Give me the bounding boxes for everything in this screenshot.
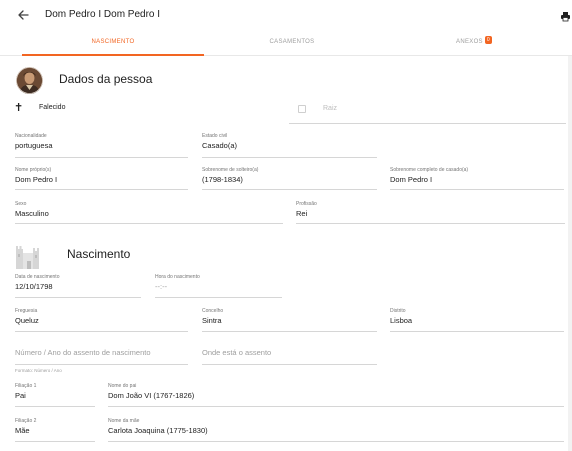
field-label: Concelho xyxy=(202,308,224,314)
tab-nascimento[interactable]: NASCIMENTO xyxy=(22,30,204,56)
birth-record-input[interactable]: Número / Ano do assento de nascimento xyxy=(15,346,188,365)
scrollbar[interactable] xyxy=(568,56,572,451)
sex-field[interactable]: Sexo Masculino xyxy=(15,201,283,224)
tab-label: CASAMENTOS xyxy=(269,39,315,45)
field-value: Carlota Joaquina (1775-1830) xyxy=(108,426,208,435)
field-label: Filiação 2 xyxy=(15,418,37,424)
maiden-surname-field[interactable]: Sobrenome de solteiro(a) (1798-1834) xyxy=(202,167,377,190)
print-button[interactable] xyxy=(560,9,571,22)
field-value: Rei xyxy=(296,209,308,218)
tab-label: ANEXOS xyxy=(456,39,483,45)
field-placeholder: Número / Ano do assento de nascimento xyxy=(15,348,151,357)
birth-section-title: Nascimento xyxy=(67,247,131,261)
field-value: Queluz xyxy=(15,316,39,325)
field-value: Pai xyxy=(15,391,26,400)
tab-casamentos[interactable]: CASAMENTOS xyxy=(204,30,380,56)
tab-anexos[interactable]: ANEXOS 0 xyxy=(380,30,568,56)
field-value: Casado(a) xyxy=(202,141,238,150)
top-bar: Dom Pedro I Dom Pedro I xyxy=(0,0,572,30)
person-section-title: Dados da pessoa xyxy=(59,72,153,86)
parentage-1-field[interactable]: Filiação 1 Pai xyxy=(15,383,95,407)
field-value: (1798-1834) xyxy=(202,175,243,184)
parentage-2-field[interactable]: Filiação 2 Mãe xyxy=(15,418,95,442)
root-checkbox[interactable] xyxy=(298,105,306,113)
format-hint: Formato: Número / Ano xyxy=(15,368,62,373)
field-value: Dom Pedro I xyxy=(15,175,58,184)
field-label: Nome do pai xyxy=(108,383,137,389)
field-label: Distrito xyxy=(390,308,406,314)
municipality-field[interactable]: Concelho Sintra xyxy=(202,308,377,332)
field-label: Profissão xyxy=(296,201,317,207)
field-label: Sexo xyxy=(15,201,27,207)
field-label: Sobrenome de solteiro(a) xyxy=(202,167,259,173)
field-value: --:-- xyxy=(155,282,168,291)
nationality-field[interactable]: Nacionalidade portuguesa xyxy=(15,133,188,158)
field-label: Data de nascimento xyxy=(15,274,60,280)
field-value: Mãe xyxy=(15,426,30,435)
field-value: Dom Pedro I xyxy=(390,175,433,184)
tab-bar: NASCIMENTO CASAMENTOS ANEXOS 0 xyxy=(0,30,572,56)
tab-label: NASCIMENTO xyxy=(91,39,135,45)
district-field[interactable]: Distrito Lisboa xyxy=(390,308,564,332)
field-label: Hora do nascimento xyxy=(155,274,200,280)
field-label: Nome próprio(s) xyxy=(15,167,52,173)
parish-field[interactable]: Freguesia Queluz xyxy=(15,308,188,332)
given-name-field[interactable]: Nome próprio(s) Dom Pedro I xyxy=(15,167,188,190)
castle-icon xyxy=(13,239,43,271)
profession-field[interactable]: Profissão Rei xyxy=(296,201,565,224)
field-label: Estado civil xyxy=(202,133,228,139)
birth-time-field[interactable]: Hora do nascimento --:-- xyxy=(155,274,282,298)
portrait-image xyxy=(16,67,43,94)
field-value: Dom João VI (1767-1826) xyxy=(108,391,195,400)
field-value: portuguesa xyxy=(15,141,53,150)
father-name-field[interactable]: Nome do pai Dom João VI (1767-1826) xyxy=(108,383,564,407)
field-label: Nome da mãe xyxy=(108,418,140,424)
field-value: Masculino xyxy=(15,209,49,218)
arrow-left-icon xyxy=(18,10,29,20)
page-title: Dom Pedro I Dom Pedro I xyxy=(45,9,161,20)
field-value: 12/10/1798 xyxy=(15,282,53,291)
print-icon xyxy=(561,12,570,22)
field-value: Sintra xyxy=(202,316,222,325)
cross-icon: ✝ xyxy=(14,102,24,114)
back-button[interactable] xyxy=(14,6,32,24)
record-location-input[interactable]: Onde está o assento xyxy=(202,346,377,365)
field-label: Sobrenome completo de casado(a) xyxy=(390,167,469,173)
field-label: Freguesia xyxy=(15,308,38,314)
field-placeholder: Onde está o assento xyxy=(202,348,272,357)
attachments-count-badge: 0 xyxy=(484,36,492,45)
field-value: Lisboa xyxy=(390,316,413,325)
birth-date-field[interactable]: Data de nascimento 12/10/1798 xyxy=(15,274,141,298)
root-underline xyxy=(289,123,566,124)
marital-status-field[interactable]: Estado civil Casado(a) xyxy=(202,133,377,158)
field-label: Nacionalidade xyxy=(15,133,47,139)
mother-name-field[interactable]: Nome da mãe Carlota Joaquina (1775-1830) xyxy=(108,418,564,442)
avatar[interactable] xyxy=(16,67,43,94)
married-surname-field[interactable]: Sobrenome completo de casado(a) Dom Pedr… xyxy=(390,167,564,190)
field-label: Filiação 1 xyxy=(15,383,37,389)
deceased-label: Falecido xyxy=(39,104,66,111)
root-label: Raiz xyxy=(323,105,338,112)
